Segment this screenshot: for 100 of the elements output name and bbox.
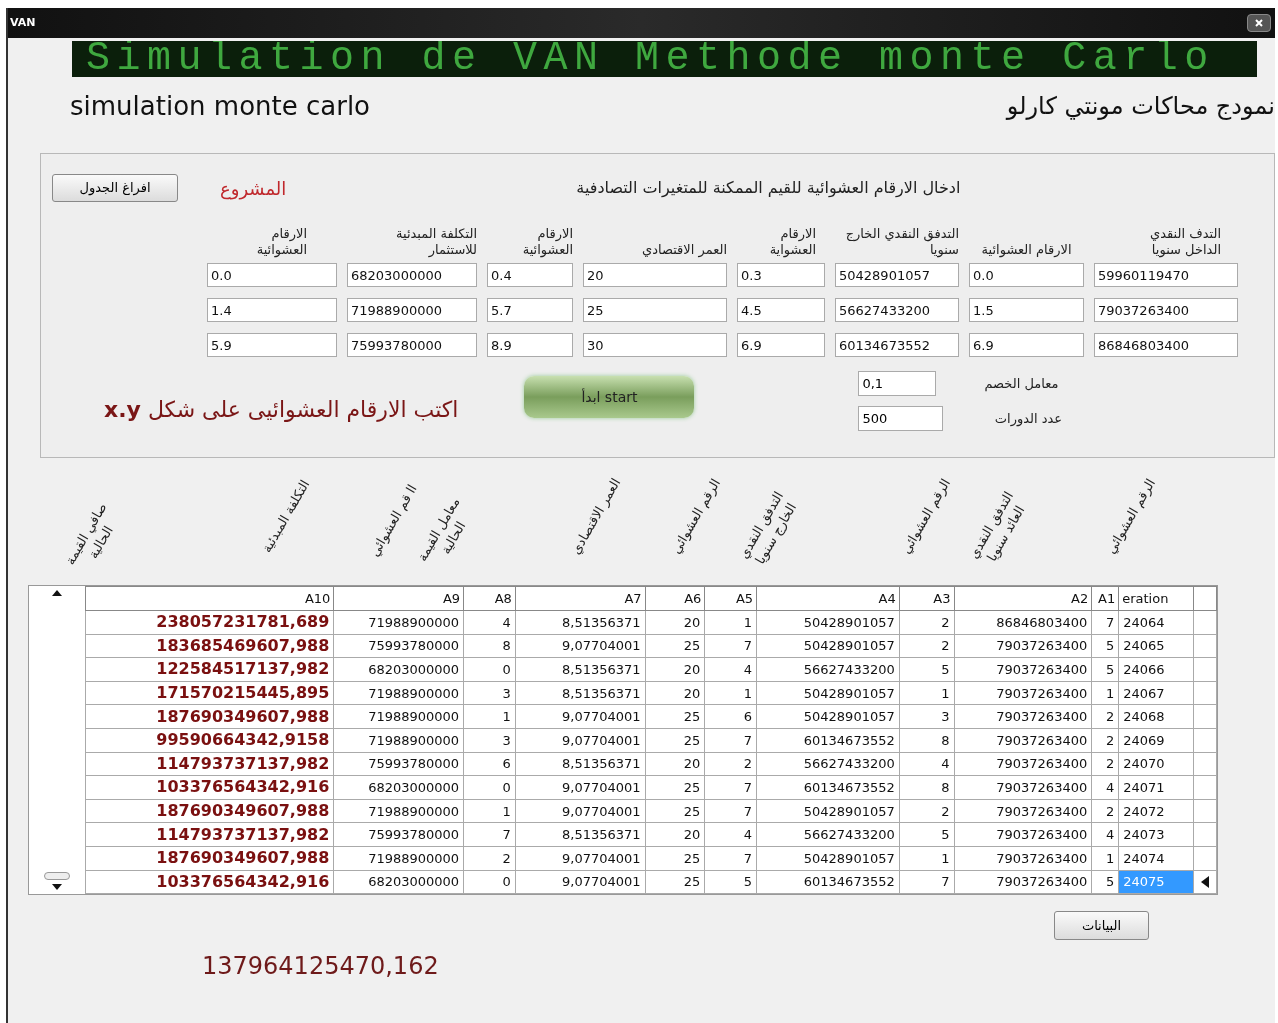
table-cell: 8,51356371 (515, 681, 646, 705)
column-header[interactable]: A1 (1091, 586, 1119, 611)
input-field[interactable]: 0.3 (737, 263, 825, 287)
column-label: الارقام العشوائية (521, 226, 573, 258)
column-label: الارقام العشوائية (981, 242, 1072, 258)
column-header[interactable]: A10 (85, 586, 334, 611)
table-cell: 3 (899, 704, 954, 729)
input-field[interactable]: 50428901057 (835, 263, 959, 287)
table-cell: 56627433200 (756, 822, 900, 847)
column-header[interactable]: A7 (515, 586, 646, 611)
input-field[interactable]: 20 (583, 263, 727, 287)
table-cell: 1 (463, 704, 516, 729)
input-field[interactable]: 79037263400 (1094, 298, 1238, 322)
input-field[interactable]: 68203000000 (347, 263, 477, 287)
start-button[interactable]: ابدأ start (524, 376, 695, 418)
table-cell: 7 (463, 822, 516, 847)
rotated-column-heading: التدفق النقدي العائد سنويا (964, 487, 1029, 566)
column-header[interactable]: A8 (463, 586, 516, 611)
column-header[interactable]: A6 (645, 586, 705, 611)
table-cell: 79037263400 (954, 752, 1092, 776)
input-field[interactable]: 86846803400 (1094, 333, 1238, 357)
table-cell: 114793737137,982 (85, 822, 334, 847)
table-cell: 56627433200 (756, 657, 900, 682)
table-cell: 20 (645, 681, 705, 705)
table-cell: 79037263400 (954, 846, 1092, 871)
input-field[interactable]: 6.9 (969, 333, 1084, 357)
table-cell: 79037263400 (954, 634, 1092, 658)
table-cell: 79037263400 (954, 681, 1092, 705)
column-header[interactable]: A3 (899, 586, 954, 611)
table-cell: 24073 (1118, 822, 1194, 847)
table-cell: 9,07704001 (515, 846, 646, 871)
input-field[interactable]: 500 (858, 406, 944, 431)
table-cell: 50428901057 (756, 846, 900, 871)
table-cell: 4 (1091, 822, 1119, 847)
input-field[interactable]: 60134673552 (835, 333, 959, 357)
table-cell: 99590664342,9158 (85, 728, 334, 753)
clear-table-button[interactable]: افراغ الجدول (52, 174, 178, 202)
table-cell: 5 (704, 870, 757, 894)
table-cell: 24067 (1118, 681, 1194, 705)
column-label: الارقام العشوائية (255, 226, 307, 258)
rotated-column-heading: الرقم العشوائي (1102, 475, 1160, 559)
table-cell: 1 (1091, 681, 1119, 705)
table-cell: 1 (704, 681, 757, 705)
table-cell: 2 (899, 610, 954, 635)
input-field[interactable]: 0.0 (969, 263, 1084, 287)
input-field[interactable]: 8.9 (487, 333, 573, 357)
table-cell: 103376564342,916 (85, 775, 334, 800)
table-cell: 71988900000 (333, 610, 464, 635)
window-title: VAN (10, 14, 36, 31)
table-cell: 2 (899, 799, 954, 823)
close-button[interactable] (1247, 14, 1271, 32)
input-field[interactable]: 0.4 (487, 263, 573, 287)
table-cell: 24064 (1118, 610, 1194, 635)
table-cell: 3 (463, 681, 516, 705)
input-field[interactable]: 25 (583, 298, 727, 322)
input-field[interactable]: 59960119470 (1094, 263, 1238, 287)
total-value: 137964125470,162 (202, 951, 439, 983)
table-cell: 25 (645, 870, 705, 894)
input-field[interactable]: 0,1 (858, 371, 937, 396)
table-cell: 24068 (1118, 704, 1194, 729)
table-cell: 2 (1091, 799, 1119, 823)
table-cell: 75993780000 (333, 634, 464, 658)
table-cell: 171570215445,895 (85, 681, 334, 705)
input-field[interactable]: 71988900000 (347, 298, 477, 322)
column-header[interactable]: A4 (756, 586, 900, 611)
table-cell: 8,51356371 (515, 752, 646, 776)
input-field[interactable]: 4.5 (737, 298, 825, 322)
table-cell: 2 (1091, 752, 1119, 776)
table-cell: 24066 (1118, 657, 1194, 682)
input-field[interactable]: 5.9 (207, 333, 337, 357)
input-field[interactable]: 1.5 (969, 298, 1084, 322)
column-header[interactable]: eration (1118, 586, 1194, 611)
table-cell: 79037263400 (954, 822, 1092, 847)
table-cell: 79037263400 (954, 728, 1092, 753)
input-field[interactable]: 6.9 (737, 333, 825, 357)
table-cell: 60134673552 (756, 775, 900, 800)
input-field[interactable]: 5.7 (487, 298, 573, 322)
column-header[interactable]: A9 (333, 586, 464, 611)
scroll-down-icon[interactable] (51, 884, 62, 891)
table-cell: 25 (645, 634, 705, 658)
column-header[interactable]: A5 (704, 586, 757, 611)
input-field[interactable]: 1.4 (207, 298, 337, 322)
input-field[interactable]: 0.0 (207, 263, 337, 287)
input-field[interactable]: 75993780000 (347, 333, 477, 357)
table-cell: 6 (704, 704, 757, 729)
table-cell: 68203000000 (333, 657, 464, 682)
table-cell: 25 (645, 846, 705, 871)
table-cell: 114793737137,982 (85, 752, 334, 776)
scroll-up-icon[interactable] (51, 590, 62, 596)
table-cell: 56627433200 (756, 752, 900, 776)
input-field[interactable]: 30 (583, 333, 727, 357)
scroll-thumb[interactable] (43, 872, 70, 881)
project-label: المشروع (220, 176, 287, 202)
rotated-column-heading: صافي القيمة الحالية (61, 499, 117, 570)
table-cell: 4 (1091, 775, 1119, 800)
data-button[interactable]: البيانات (1054, 911, 1149, 941)
column-label: العمر الاقتصادي (640, 242, 727, 258)
input-field[interactable]: 56627433200 (835, 298, 959, 322)
column-header[interactable]: A2 (954, 586, 1092, 611)
table-cell: 24072 (1118, 799, 1194, 823)
